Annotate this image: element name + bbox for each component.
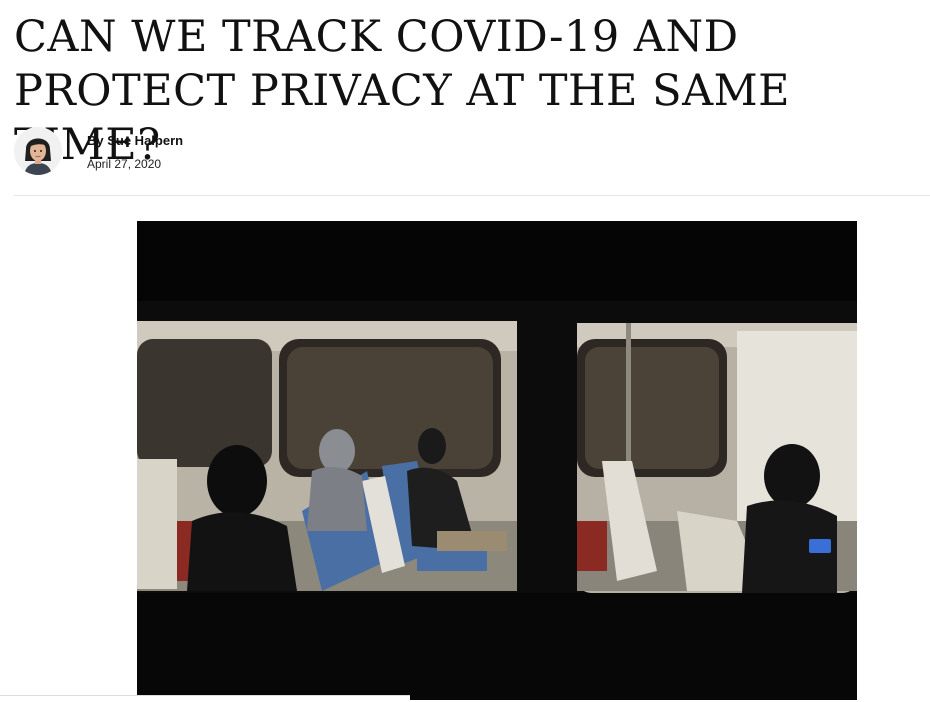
- subway-train-photo: [137, 221, 857, 700]
- avatar-icon: [14, 127, 62, 175]
- publish-date: April 27, 2020: [87, 157, 162, 171]
- author-name[interactable]: By Sue Halpern: [87, 133, 183, 148]
- right-train-window: [577, 323, 857, 593]
- byline: By Sue Halpern April 27, 2020: [14, 127, 414, 179]
- bottom-scrollbar[interactable]: [0, 695, 410, 702]
- hero-image: [137, 221, 857, 700]
- left-train-window: [137, 321, 517, 591]
- author-avatar[interactable]: [14, 127, 62, 175]
- header-divider: [14, 195, 930, 196]
